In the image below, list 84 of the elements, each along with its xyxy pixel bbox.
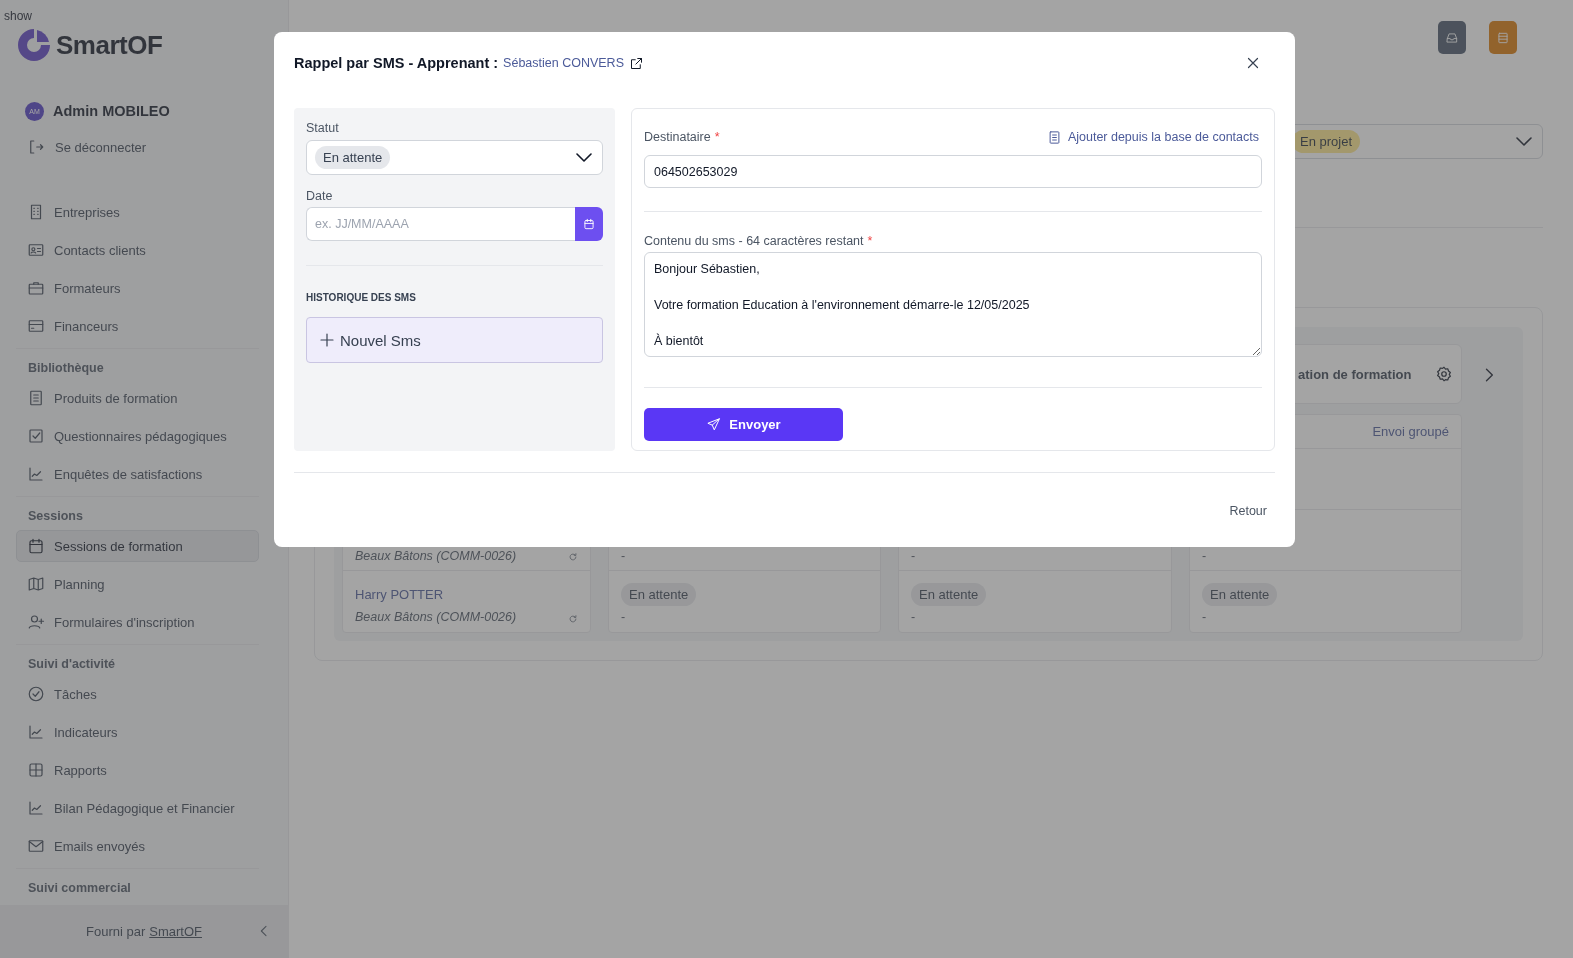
footer-text: Fourni par <box>86 924 146 939</box>
user-name: Admin MOBILEO <box>53 103 170 119</box>
briefcase-icon <box>27 279 45 297</box>
envelope-icon <box>27 837 45 855</box>
sidebar-item[interactable]: Emails envoyés <box>16 830 259 862</box>
company-name: Beaux Bâtons (COMM-0026) <box>355 610 517 624</box>
sidebar-item[interactable]: Indicateurs <box>16 716 259 748</box>
sms-content-field[interactable]: Bonjour Sébastien, Votre formation Education à l'environnement démarre-le 12/05/2025 À bientôt <box>644 252 1262 357</box>
sidebar-item[interactable]: Tâches <box>16 678 259 710</box>
list-icon <box>1496 30 1510 45</box>
table-cell: - <box>911 549 916 563</box>
section-title: Bibliothèque <box>27 360 105 377</box>
group-send-link[interactable]: Envoi groupé <box>1372 424 1449 439</box>
user-plus-icon <box>27 613 45 631</box>
section-title: Suivi commercial <box>27 880 132 897</box>
document-icon <box>1046 129 1062 145</box>
required-mark: * <box>714 130 720 144</box>
back-button[interactable]: Retour <box>1221 501 1275 521</box>
status-badge: En attente <box>621 582 697 606</box>
logo-icon <box>16 27 52 63</box>
sidebar-item[interactable]: Sessions de formation <box>16 530 259 562</box>
contact-card-icon <box>27 241 45 259</box>
section-title: HISTORIQUE DES SMS <box>306 290 417 304</box>
sidebar-item[interactable]: Produits de formation <box>16 382 259 414</box>
dialog-title: Rappel par SMS - Apprenant : <box>294 55 499 71</box>
map-icon <box>27 575 45 593</box>
plus-icon <box>318 331 336 349</box>
table-cell: - <box>911 610 916 624</box>
field-label: Statut <box>306 120 340 136</box>
recipient-field[interactable]: 064502653029 <box>644 155 1262 188</box>
debug-label: show <box>4 9 32 23</box>
send-button[interactable]: Envoyer <box>644 408 843 441</box>
sidebar-item[interactable]: Entreprises <box>16 196 259 228</box>
table-cell: - <box>1202 610 1207 624</box>
required-mark: * <box>867 234 873 248</box>
footer-link[interactable]: SmartOF <box>149 924 202 939</box>
table-cell: - <box>621 610 626 624</box>
sidebar-item[interactable]: Enquêtes de satisfactions <box>16 458 259 490</box>
calendar-icon <box>582 217 596 231</box>
chevron-down-icon <box>1516 137 1532 146</box>
sidebar-item[interactable]: Rapports <box>16 754 259 786</box>
check-circle-icon <box>27 685 45 703</box>
send-icon <box>706 417 722 432</box>
logout-link[interactable]: Se déconnecter <box>27 135 259 159</box>
contacts-link[interactable]: Ajouter depuis la base de contacts <box>1046 129 1259 145</box>
grid-icon <box>27 761 45 779</box>
field-label: Contenu du sms - 64 caractères restant <box>644 234 864 248</box>
column-title: ation de formation <box>1298 366 1412 382</box>
inbox-icon <box>1445 30 1459 45</box>
section-title: Sessions <box>27 508 84 525</box>
document-icon <box>27 389 45 407</box>
chart-icon <box>27 465 45 483</box>
field-label: Date <box>306 188 334 204</box>
company-name: Beaux Bâtons (COMM-0026) <box>355 549 517 563</box>
table-cell: - <box>621 549 626 563</box>
sidebar-item[interactable]: Contacts clients <box>16 234 259 266</box>
calendar-button[interactable] <box>575 207 603 241</box>
logo-text: SmartOF <box>56 29 163 61</box>
learner-link[interactable]: Sébastien CONVERS <box>503 56 624 70</box>
date-field[interactable]: ex. JJ/MM/AAAA <box>306 207 575 241</box>
sidebar-item[interactable]: Formateurs <box>16 272 259 304</box>
inbox-button[interactable] <box>1438 21 1466 54</box>
external-link-icon[interactable] <box>629 55 644 71</box>
gear-icon[interactable] <box>1435 365 1453 383</box>
calendar-icon <box>27 537 45 555</box>
chart-icon <box>27 799 45 817</box>
chart-icon <box>27 723 45 741</box>
chevron-down-icon <box>576 153 592 162</box>
field-label: Destinataire <box>644 130 711 144</box>
sidebar-item[interactable]: Bilan Pédagogique et Financier <box>16 792 259 824</box>
table-cell: - <box>1202 549 1207 563</box>
learner-link[interactable]: Harry POTTER <box>355 586 444 602</box>
sidebar-item[interactable]: Planning <box>16 568 259 600</box>
status-select[interactable]: En attente <box>306 140 603 175</box>
sidebar-item[interactable]: Questionnaires pédagogiques <box>16 420 259 452</box>
credit-card-icon <box>27 317 45 335</box>
logout-icon <box>27 138 45 156</box>
sidebar-item[interactable]: Financeurs <box>16 310 259 342</box>
checkbox-icon <box>27 427 45 445</box>
sidebar-item[interactable]: Formulaires d'inscription <box>16 606 259 638</box>
status-badge: En attente <box>911 582 987 606</box>
status-badge: En attente <box>1202 582 1278 606</box>
new-sms-button[interactable]: Nouvel Sms <box>306 317 603 363</box>
section-title: Suivi d'activité <box>27 656 117 673</box>
